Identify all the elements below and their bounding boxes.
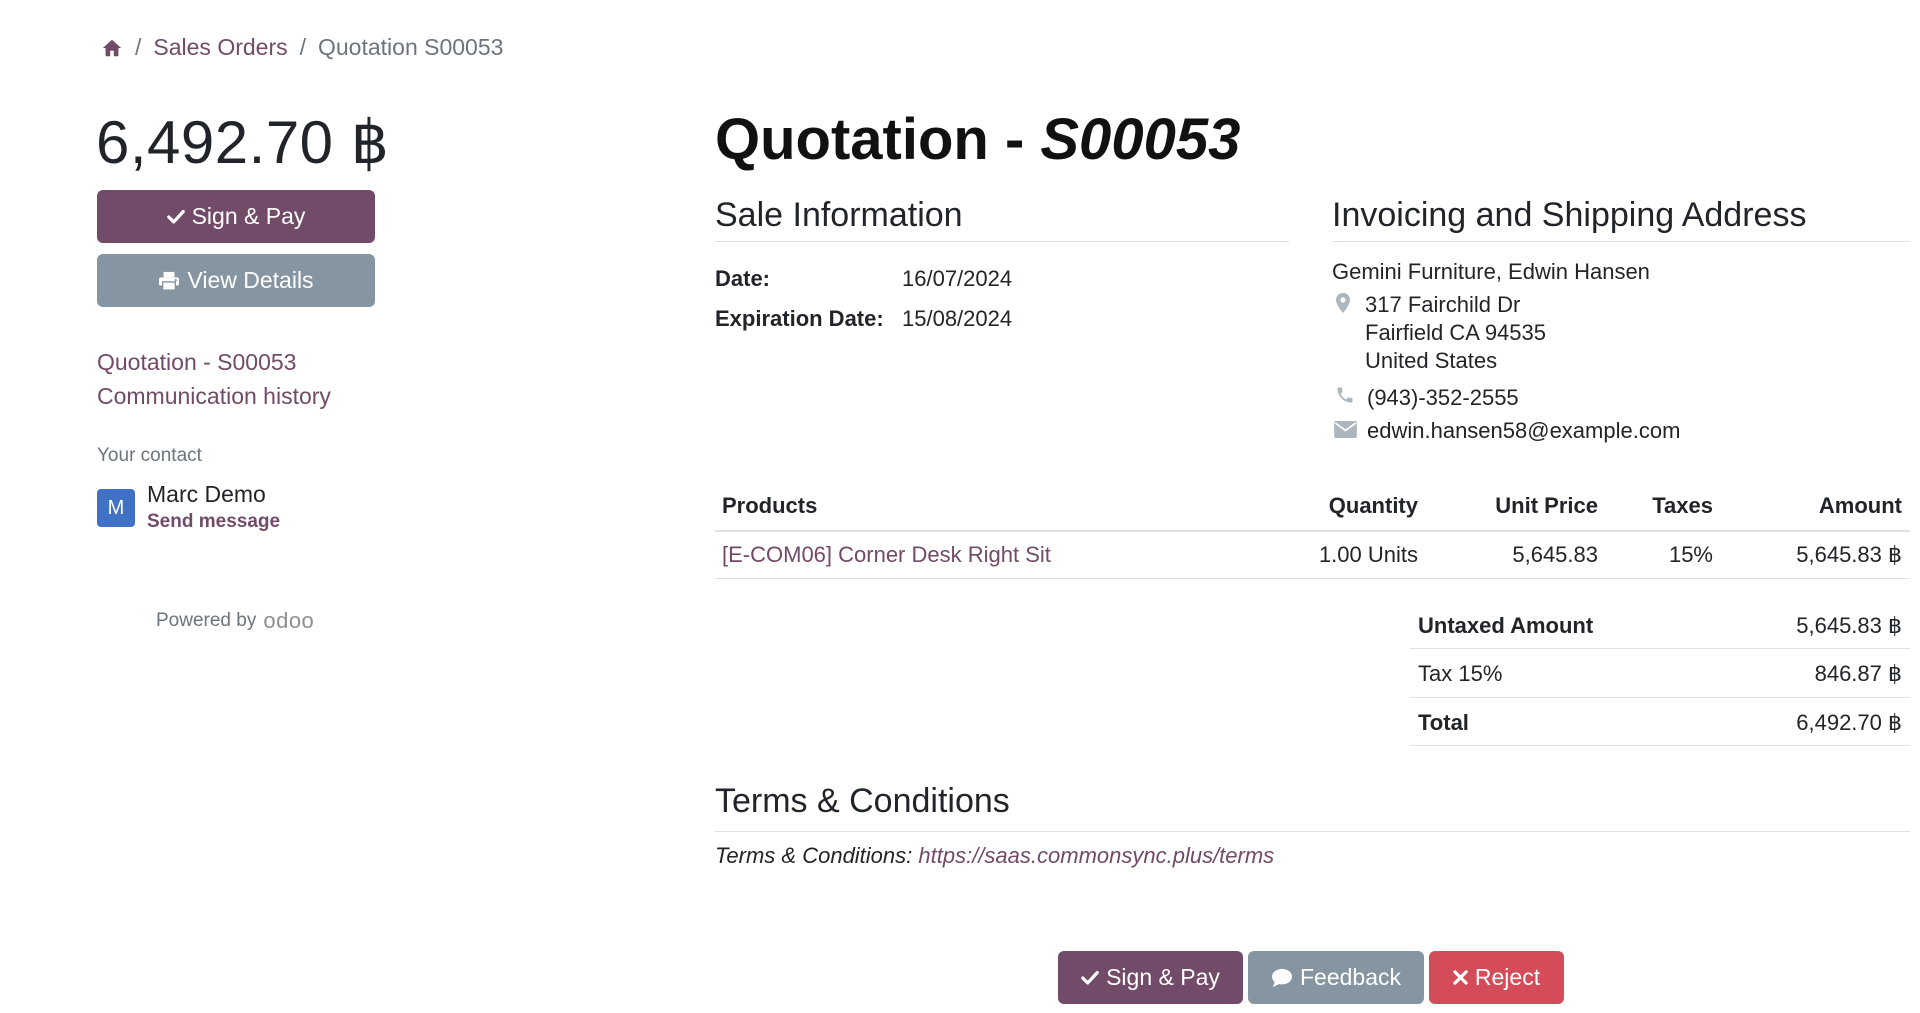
column-header-quantity: Quantity	[1328, 493, 1418, 518]
address-line: 317 Fairchild Dr	[1365, 292, 1521, 317]
send-message-link[interactable]: Send message	[147, 511, 280, 533]
map-pin-icon	[1336, 293, 1350, 318]
print-icon	[159, 271, 180, 291]
phone-icon	[1335, 385, 1355, 410]
envelope-icon	[1334, 421, 1357, 443]
breadcrumb-separator: /	[299, 34, 306, 60]
address-heading: Invoicing and Shipping Address	[1332, 196, 1807, 234]
sign-pay-bottom-label: Sign & Pay	[1106, 964, 1220, 990]
sign-pay-bottom-button[interactable]: Sign & Pay	[1058, 951, 1243, 1004]
column-header-amount: Amount	[1818, 493, 1902, 518]
total-label: Total	[1418, 710, 1469, 735]
untaxed-amount-value: 5,645.83 ฿	[1796, 613, 1902, 638]
your-contact-label: Your contact	[97, 445, 202, 466]
terms-text: Terms & Conditions: https://saas.commons…	[715, 843, 1274, 869]
date-value: 16/07/2024	[902, 266, 1013, 291]
terms-prefix: Terms & Conditions:	[715, 843, 919, 868]
email-address: edwin.hansen58@example.com	[1367, 418, 1681, 443]
divider	[1410, 745, 1910, 746]
avatar: M	[97, 489, 135, 527]
page-title-ref: S00053	[1040, 107, 1241, 172]
sign-pay-button[interactable]: Sign & Pay	[97, 190, 375, 243]
divider	[1410, 697, 1910, 698]
product-quantity: 1.00 Units	[1318, 542, 1418, 567]
column-header-unit-price: Unit Price	[1495, 493, 1598, 518]
address-line: United States	[1365, 348, 1498, 373]
feedback-button[interactable]: Feedback	[1248, 951, 1424, 1004]
table-row-divider	[715, 578, 1910, 579]
column-header-taxes: Taxes	[1652, 493, 1713, 518]
column-header-products: Products	[722, 493, 818, 518]
divider	[1410, 648, 1910, 649]
page-title: Quotation - S00053	[715, 106, 1240, 173]
total-amount: 6,492.70 ฿	[96, 109, 390, 176]
sale-information-heading: Sale Information	[715, 196, 963, 234]
terms-heading: Terms & Conditions	[715, 782, 1010, 820]
comment-icon	[1271, 968, 1292, 987]
untaxed-amount-label: Untaxed Amount	[1418, 613, 1594, 638]
nav-link-quotation[interactable]: Quotation - S00053	[97, 345, 331, 379]
product-amount: 5,645.83 ฿	[1796, 542, 1902, 567]
sign-pay-label: Sign & Pay	[191, 203, 306, 229]
address-lines: 317 Fairchild Dr Fairfield CA 94535 Unit…	[1365, 291, 1546, 375]
view-details-label: View Details	[187, 267, 314, 293]
reject-label: Reject	[1474, 964, 1541, 990]
divider	[715, 831, 1910, 832]
terms-link[interactable]: https://saas.commonsync.plus/terms	[918, 843, 1274, 868]
breadcrumb-separator: /	[135, 34, 142, 60]
odoo-logo[interactable]: odoo	[263, 608, 314, 634]
product-taxes: 15%	[1668, 542, 1713, 567]
address-line: Fairfield CA 94535	[1365, 320, 1546, 345]
sidebar-nav: Quotation - S00053 Communication history	[97, 345, 331, 413]
page-title-prefix: Quotation -	[715, 107, 1041, 172]
tax-label: Tax 15%	[1418, 661, 1503, 686]
feedback-label: Feedback	[1299, 964, 1401, 990]
expiration-date-value: 15/08/2024	[902, 306, 1013, 331]
check-icon	[1081, 970, 1099, 985]
divider	[1332, 241, 1910, 242]
product-link[interactable]: [E-COM06] Corner Desk Right Sit	[722, 542, 1051, 568]
total-value: 6,492.70 ฿	[1796, 710, 1902, 735]
breadcrumb: / Sales Orders / Quotation S00053	[101, 34, 503, 61]
close-icon	[1453, 970, 1468, 985]
nav-link-communication-history[interactable]: Communication history	[97, 379, 331, 413]
date-row: Date: 16/07/2024	[715, 266, 1012, 292]
breadcrumb-current: Quotation S00053	[318, 34, 504, 60]
expiration-date-row: Expiration Date: 15/08/2024	[715, 306, 1012, 332]
date-label: Date:	[715, 266, 771, 291]
powered-by: Powered by odoo	[156, 608, 314, 634]
reject-button[interactable]: Reject	[1429, 951, 1564, 1004]
powered-by-label: Powered by	[156, 610, 257, 631]
view-details-button[interactable]: View Details	[97, 254, 375, 307]
divider	[715, 241, 1289, 242]
expiration-date-label: Expiration Date:	[715, 306, 884, 331]
home-icon[interactable]	[101, 37, 123, 59]
table-header-divider	[715, 530, 1910, 532]
check-icon	[166, 209, 185, 224]
contact-name: Marc Demo	[147, 481, 266, 507]
breadcrumb-sales-orders[interactable]: Sales Orders	[153, 34, 287, 61]
customer-name: Gemini Furniture, Edwin Hansen	[1332, 259, 1650, 284]
phone-number: (943)-352-2555	[1367, 385, 1519, 410]
product-unit-price: 5,645.83	[1512, 542, 1598, 567]
tax-value: 846.87 ฿	[1814, 661, 1902, 686]
